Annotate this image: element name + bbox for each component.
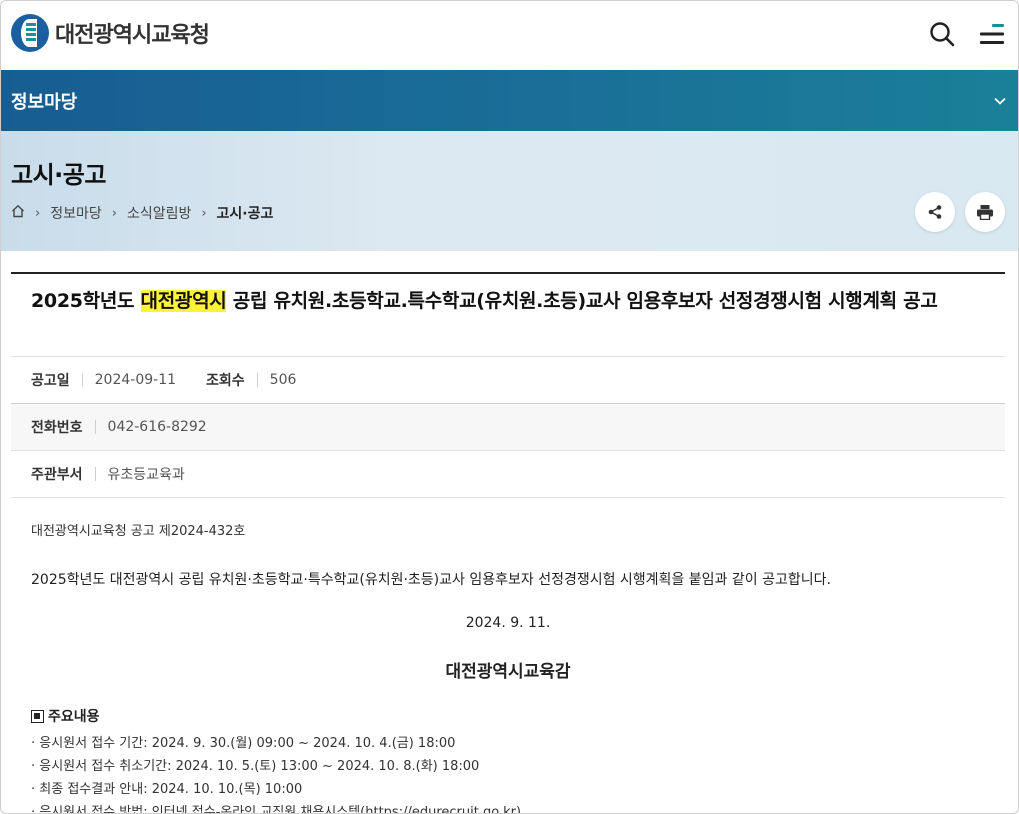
notice-issuer: 대전광역시교육감 xyxy=(445,662,571,682)
views-label: 조회수 xyxy=(206,373,245,389)
print-button[interactable] xyxy=(965,192,1005,232)
list-item: · 최종 접수결과 안내: 2024. 10. 10.(목) 10:00 xyxy=(31,782,303,797)
subhead-text: 주요내용 xyxy=(48,709,100,725)
chevron-right-icon: › xyxy=(35,205,41,221)
post-article: 2025학년도 대전광역시 공립 유치원.초등학교.특수학교(유치원.초등)교사… xyxy=(11,272,1005,814)
print-icon xyxy=(977,205,993,220)
date-label: 공고일 xyxy=(31,373,70,389)
breadcrumb-item[interactable]: 정보마당 xyxy=(50,203,102,223)
page-title: 고시·공고 xyxy=(11,161,106,189)
phone-value: 042-616-8292 xyxy=(107,419,207,435)
divider xyxy=(94,420,96,434)
post-title-text: 2025학년도 xyxy=(31,290,141,312)
square-bullet-icon xyxy=(31,709,44,723)
page-heading-area: 고시·공고 › 정보마당 › 소식알림방 › 고시·공고 xyxy=(1,131,1018,251)
method-text: · 응시원서 접수 방법: 인터넷 접수-온라인 교직원 채용시스템( xyxy=(31,805,366,814)
logo-text: 대전광역시교육청 xyxy=(55,23,210,48)
search-icon-glyph xyxy=(930,22,955,47)
breadcrumb: › 정보마당 › 소식알림방 › 고시·공고 xyxy=(11,203,273,223)
section-nav-bar[interactable]: 정보마당 xyxy=(1,70,1018,131)
breadcrumb-current[interactable]: 고시·공고 xyxy=(217,203,274,223)
notice-number: 대전광역시교육청 공고 제2024-432호 xyxy=(31,524,246,539)
list-item: · 응시원서 접수 취소기간: 2024. 10. 5.(토) 13:00 ~ … xyxy=(31,759,480,774)
meta-row-phone: 전화번호 042-616-8292 xyxy=(11,404,1005,451)
post-title: 2025학년도 대전광역시 공립 유치원.초등학교.특수학교(유치원.초등)교사… xyxy=(11,274,1005,357)
meta-row-department: 주관부서 유초등교육과 xyxy=(11,451,1005,498)
divider xyxy=(81,373,83,387)
menu-icon[interactable] xyxy=(977,19,1007,49)
meta-row-date-views: 공고일 2024-09-11 조회수 506 xyxy=(11,357,1005,404)
chevron-right-icon: › xyxy=(201,205,207,221)
department-label: 주관부서 xyxy=(31,467,83,483)
home-icon[interactable] xyxy=(11,204,25,222)
notice-intro: 2025학년도 대전광역시 공립 유치원·초등학교·특수학교(유치원·초등)교사… xyxy=(31,572,831,588)
browser-frame: 대전광역시교육청 정보마당 고시·공고 › 정보마당 › 소식알림방 › 고시·… xyxy=(0,0,1019,814)
date-value: 2024-09-11 xyxy=(94,372,177,388)
section-subhead: 주요내용 xyxy=(31,706,985,726)
site-logo[interactable]: 대전광역시교육청 xyxy=(11,14,210,52)
search-icon[interactable] xyxy=(927,19,957,49)
search-highlight: 대전광역시 xyxy=(140,290,227,312)
chevron-right-icon: › xyxy=(111,205,117,221)
key-points-list: · 응시원서 접수 기간: 2024. 9. 30.(월) 09:00 ~ 20… xyxy=(31,732,985,814)
divider xyxy=(256,373,258,387)
site-header: 대전광역시교육청 xyxy=(1,1,1018,70)
notice-date: 2024. 9. 11. xyxy=(465,615,551,631)
department-value: 유초등교육과 xyxy=(107,467,185,483)
section-title: 정보마당 xyxy=(11,91,78,113)
views-value: 506 xyxy=(269,372,297,388)
share-button[interactable] xyxy=(915,192,955,232)
chevron-down-icon[interactable] xyxy=(994,93,1006,109)
recruit-site-link[interactable]: https://edurecruit.go.kr) xyxy=(365,805,521,813)
post-content: 대전광역시교육청 공고 제2024-432호 2025학년도 대전광역시 공립 … xyxy=(11,498,1005,814)
list-item: · 응시원서 접수 방법: 인터넷 접수-온라인 교직원 채용시스템(https… xyxy=(31,801,985,814)
list-item: · 응시원서 접수 기간: 2024. 9. 30.(월) 09:00 ~ 20… xyxy=(31,736,456,751)
phone-label: 전화번호 xyxy=(31,420,83,436)
post-title-text: 공립 유치원.초등학교.특수학교(유치원.초등)교사 임용후보자 선정경쟁시험 … xyxy=(226,290,938,312)
divider xyxy=(94,467,96,481)
share-icon xyxy=(928,205,942,219)
hamburger-icon xyxy=(980,24,1004,44)
logo-emblem-icon xyxy=(11,14,49,52)
breadcrumb-item[interactable]: 소식알림방 xyxy=(127,203,191,223)
